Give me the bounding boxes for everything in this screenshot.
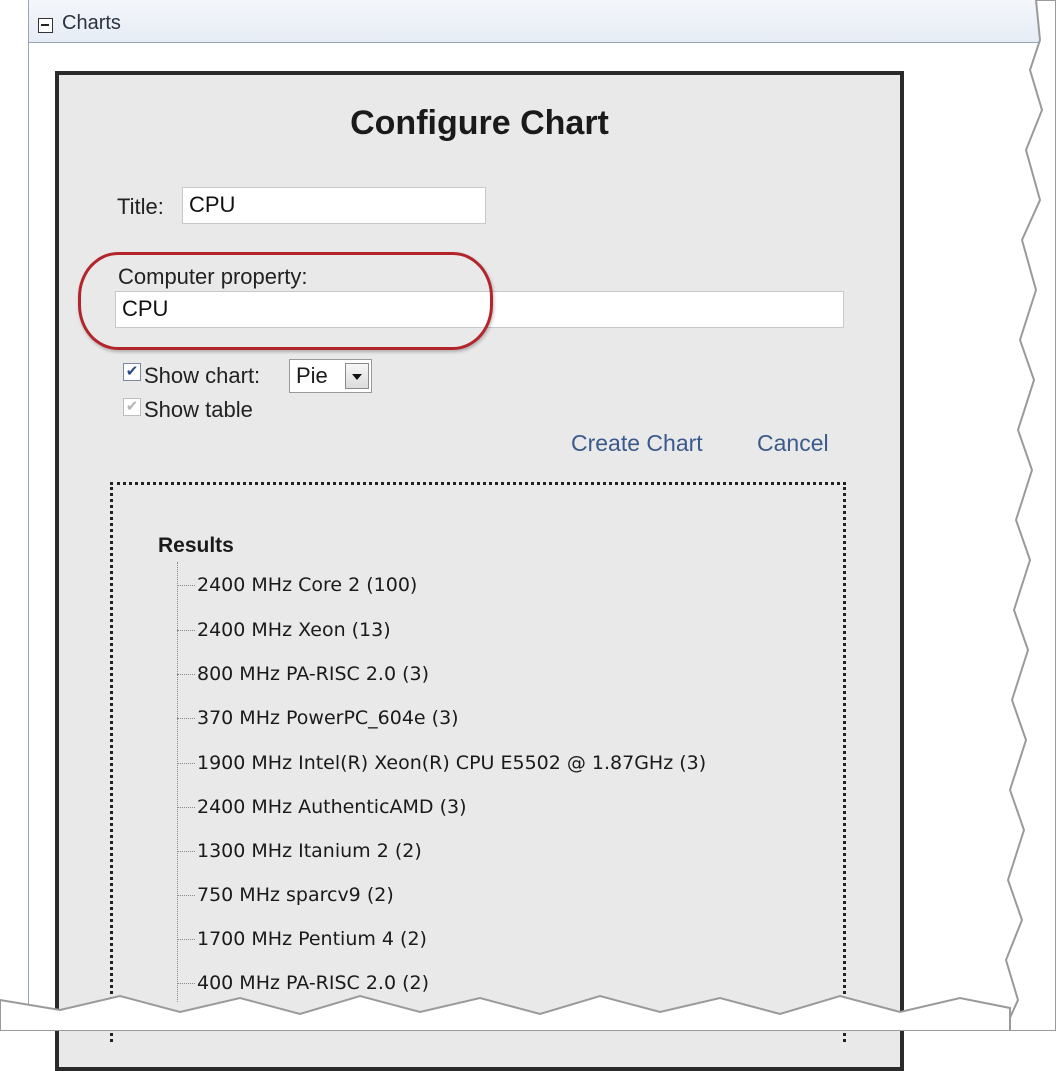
highlight-ellipse (78, 252, 493, 350)
show-chart-label: Show chart: (144, 363, 261, 388)
list-item: 2400 MHz AuthenticAMD (3) (177, 796, 467, 818)
show-table-checkbox: ✔ (123, 398, 141, 416)
chart-type-select[interactable]: Pie (289, 359, 372, 393)
cancel-link[interactable]: Cancel (757, 430, 829, 457)
section-title: Charts (62, 12, 121, 34)
chevron-down-icon[interactable] (345, 363, 369, 389)
title-input[interactable]: CPU (182, 187, 486, 224)
dialog-title: Configure Chart (350, 104, 609, 142)
list-item: 750 MHz sparcv9 (2) (177, 884, 394, 906)
list-item: 400 MHz PA-RISC 2.0 (2) (177, 972, 429, 994)
list-item: 1900 MHz Intel(R) Xeon(R) CPU E5502 @ 1.… (177, 752, 706, 774)
list-item: 1300 MHz Itanium 2 (2) (177, 840, 422, 862)
collapse-toggle-icon[interactable] (38, 18, 53, 33)
list-item: 2400 MHz Xeon (13) (177, 619, 391, 641)
results-title: Results (158, 534, 234, 557)
list-item: 2400 MHz Core 2 (100) (177, 574, 417, 596)
show-table-label: Show table (144, 397, 253, 422)
chart-type-value: Pie (296, 363, 328, 388)
list-item: 370 MHz PowerPC_604e (3) (177, 707, 459, 729)
create-chart-link[interactable]: Create Chart (571, 430, 703, 457)
list-item: 800 MHz PA-RISC 2.0 (3) (177, 663, 429, 685)
list-item: 1700 MHz Pentium 4 (2) (177, 928, 427, 950)
section-header (28, 0, 1056, 43)
title-label: Title: (117, 194, 164, 219)
show-chart-checkbox[interactable]: ✔ (123, 363, 141, 381)
